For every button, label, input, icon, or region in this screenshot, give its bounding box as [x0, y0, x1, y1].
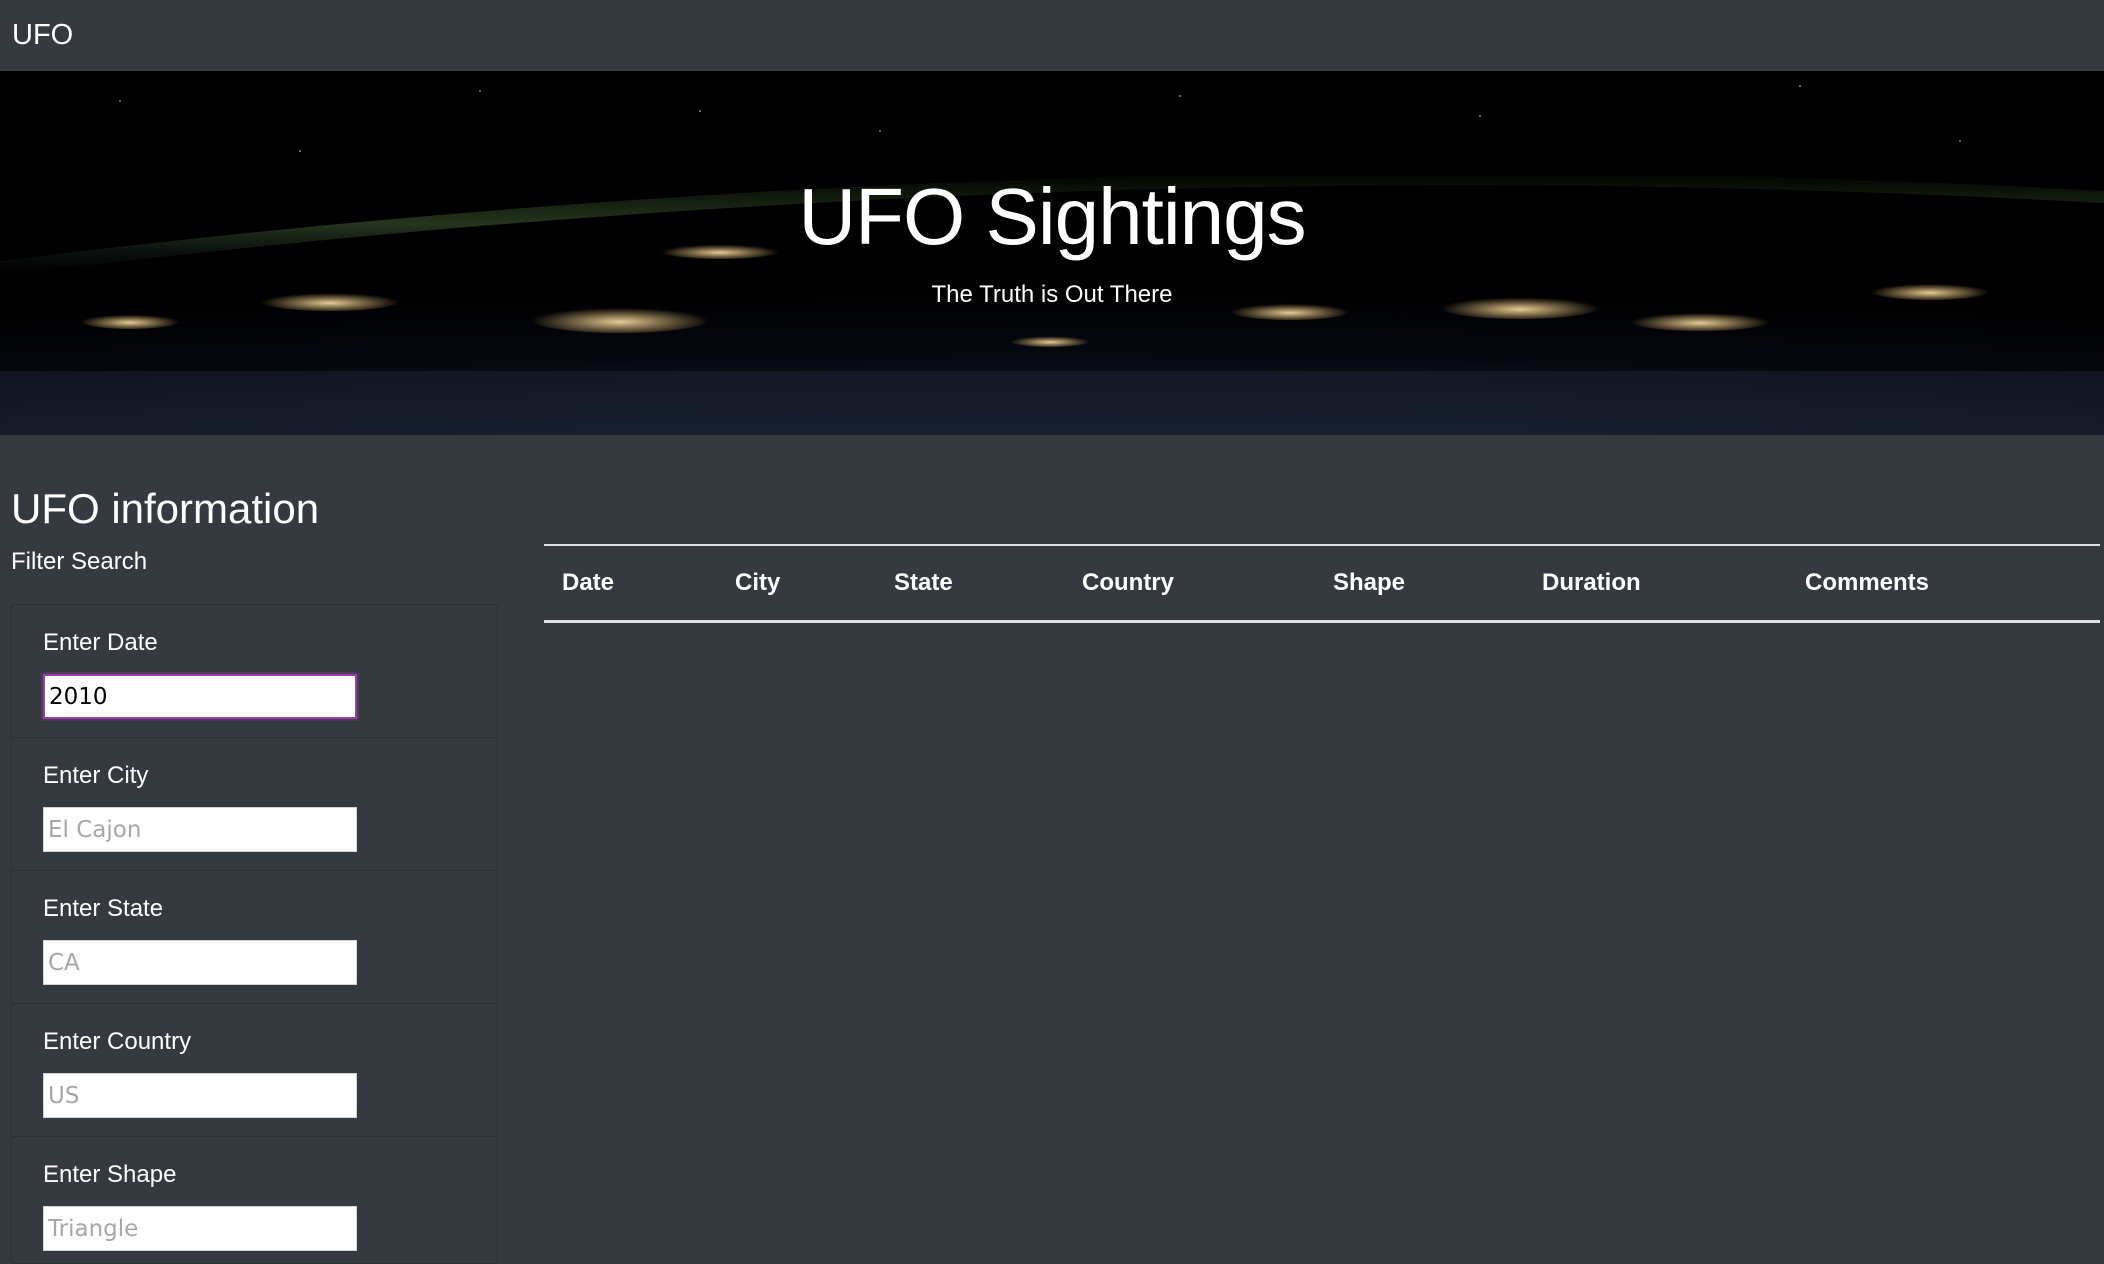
- table-header-row: Date City State Country Shape Duration C…: [544, 544, 2100, 623]
- column-header-date: Date: [544, 544, 717, 623]
- country-input[interactable]: [43, 1073, 357, 1118]
- navbar-brand[interactable]: UFO: [12, 19, 73, 52]
- navbar: UFO: [0, 0, 2104, 71]
- filter-item-date: Enter Date: [12, 605, 497, 738]
- filter-item-state: Enter State: [12, 871, 497, 1004]
- column-header-city: City: [717, 544, 876, 623]
- filter-item-shape: Enter Shape: [12, 1137, 497, 1263]
- hero-subtitle: The Truth is Out There: [931, 281, 1173, 308]
- shape-label: Enter Shape: [43, 1161, 177, 1188]
- column-header-comments: Comments: [1787, 544, 2100, 623]
- column-header-state: State: [876, 544, 1064, 623]
- filter-panel: Enter Date Enter City Enter State Enter …: [11, 604, 498, 1264]
- filter-item-city: Enter City: [12, 738, 497, 871]
- state-label: Enter State: [43, 895, 164, 922]
- city-label: Enter City: [43, 762, 149, 789]
- date-label: Enter Date: [43, 629, 158, 656]
- date-input[interactable]: [43, 674, 357, 719]
- column-header-country: Country: [1064, 544, 1315, 623]
- sightings-table: Date City State Country Shape Duration C…: [544, 544, 2100, 623]
- filter-search-heading: Filter Search: [11, 548, 148, 575]
- shape-input[interactable]: [43, 1206, 357, 1251]
- hero-banner: UFO Sightings The Truth is Out There: [0, 71, 2104, 435]
- section-title: UFO information: [11, 485, 320, 532]
- column-header-shape: Shape: [1315, 544, 1524, 623]
- city-input[interactable]: [43, 807, 357, 852]
- filter-item-country: Enter Country: [12, 1004, 497, 1137]
- sightings-table-container: Date City State Country Shape Duration C…: [544, 544, 2100, 623]
- country-label: Enter Country: [43, 1028, 192, 1055]
- column-header-duration: Duration: [1524, 544, 1787, 623]
- state-input[interactable]: [43, 940, 357, 985]
- hero-title: UFO Sightings: [798, 172, 1306, 261]
